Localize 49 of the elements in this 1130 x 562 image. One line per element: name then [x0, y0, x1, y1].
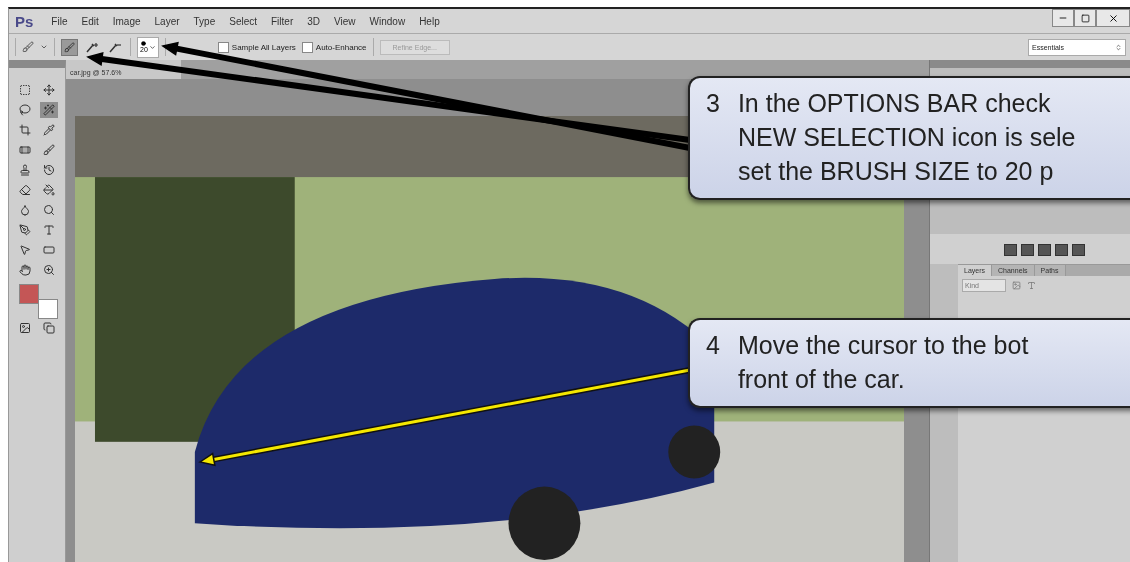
- brush-icon: [64, 41, 75, 53]
- callout-text: NEW SELECTION icon is sele: [737, 122, 1076, 153]
- caret-icon[interactable]: [40, 43, 48, 51]
- menu-item[interactable]: Filter: [271, 15, 294, 27]
- close-button[interactable]: [1096, 9, 1130, 27]
- callout-text: set the BRUSH SIZE to 20 p: [737, 156, 1055, 187]
- menu-item[interactable]: Window: [369, 15, 406, 27]
- menu-item[interactable]: Type: [193, 15, 216, 27]
- menu-item[interactable]: Image: [112, 15, 141, 27]
- brush-minus-icon: [109, 41, 122, 53]
- brush-plus-icon: [86, 41, 99, 53]
- stepper-icon: [1115, 43, 1122, 51]
- brush-icon[interactable]: [40, 142, 58, 158]
- checkbox[interactable]: Auto-Enhance: [301, 41, 367, 53]
- wand-icon[interactable]: [40, 102, 58, 118]
- caret-icon: [148, 43, 156, 51]
- lasso-icon[interactable]: [16, 102, 34, 118]
- adjustment-icon[interactable]: [1071, 244, 1085, 256]
- tool-preset-icon[interactable]: [22, 41, 34, 53]
- adjustment-icon[interactable]: [1054, 244, 1068, 256]
- minimize-button[interactable]: [1052, 9, 1074, 27]
- menu-item[interactable]: 3D: [307, 15, 321, 27]
- close-icon: [1107, 12, 1119, 24]
- callout-text: front of the car.: [737, 364, 906, 395]
- menu-item[interactable]: File: [51, 15, 68, 27]
- hand-icon[interactable]: [16, 262, 34, 278]
- brush-tip-icon: [141, 40, 147, 46]
- step-number: 4: [706, 330, 720, 361]
- menu-item[interactable]: Help: [419, 15, 440, 27]
- color-swatch[interactable]: [38, 299, 58, 319]
- paint-bucket-icon[interactable]: [40, 182, 58, 198]
- menu-item[interactable]: Edit: [81, 15, 99, 27]
- callout-text: Move the cursor to the bot: [737, 330, 1029, 361]
- app-logo: Ps: [15, 12, 34, 30]
- adjustment-icon[interactable]: [1037, 244, 1051, 256]
- color-swatch[interactable]: [19, 284, 39, 304]
- maximize-button[interactable]: [1074, 9, 1096, 27]
- menu-item[interactable]: Layer: [154, 15, 180, 27]
- step-number: 3: [706, 88, 720, 119]
- adjustment-icon[interactable]: [1020, 244, 1034, 256]
- adjustment-icon[interactable]: [1003, 244, 1017, 256]
- callout-text: In the OPTIONS BAR check: [737, 88, 1052, 119]
- eraser-icon[interactable]: [16, 182, 34, 198]
- menu-item[interactable]: View: [334, 15, 356, 27]
- maximize-icon: [1080, 13, 1090, 23]
- selection-mode-button[interactable]: [61, 38, 78, 56]
- checkbox[interactable]: Sample All Layers: [217, 41, 296, 53]
- screen-mode-icon[interactable]: [40, 320, 58, 336]
- menu-item[interactable]: Select: [229, 15, 257, 27]
